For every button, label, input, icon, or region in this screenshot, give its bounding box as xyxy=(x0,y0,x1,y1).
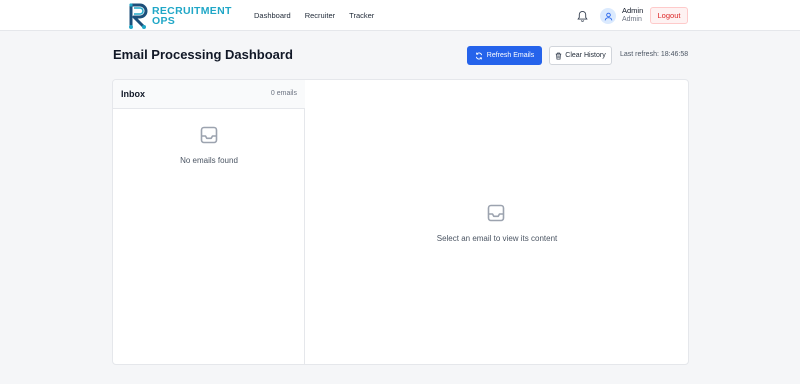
inbox-pane: Inbox 0 emails No emails found xyxy=(113,80,305,364)
inbox-title: Inbox xyxy=(121,89,145,99)
avatar[interactable] xyxy=(600,8,616,24)
inbox-count: 0 emails xyxy=(270,90,297,97)
inbox-tray-icon xyxy=(487,204,505,222)
last-refresh-timestamp: Last refresh: 18:46:58 xyxy=(620,51,689,58)
clear-history-label: Clear History xyxy=(565,52,606,59)
main-nav: Dashboard Recruiter Tracker xyxy=(254,0,374,31)
user-icon xyxy=(604,12,612,20)
brand-logo[interactable]: RECRUITMENT OPS xyxy=(127,2,232,29)
inbox-tray-icon xyxy=(200,126,218,144)
logout-button[interactable]: Logout xyxy=(650,7,688,24)
clear-history-button[interactable]: Clear History xyxy=(549,46,612,65)
user-role: Admin xyxy=(622,16,642,23)
logo-mark-icon xyxy=(129,3,148,29)
nav-tracker[interactable]: Tracker xyxy=(349,11,374,20)
top-navbar: RECRUITMENT OPS Dashboard Recruiter Trac… xyxy=(0,0,800,31)
user-info: Admin Admin xyxy=(622,6,643,24)
page-title: Email Processing Dashboard xyxy=(113,47,293,62)
inbox-header: Inbox 0 emails xyxy=(113,80,305,109)
refresh-emails-label: Refresh Emails xyxy=(486,52,535,59)
bell-icon[interactable] xyxy=(577,10,588,22)
email-viewer-placeholder: Select an email to view its content xyxy=(436,234,558,243)
nav-recruiter[interactable]: Recruiter xyxy=(305,11,335,20)
brand-line-2: OPS xyxy=(152,14,176,27)
no-emails-message: No emails found xyxy=(180,156,238,165)
trash-icon xyxy=(556,52,562,59)
nav-dashboard[interactable]: Dashboard xyxy=(254,11,291,20)
refresh-icon xyxy=(475,51,482,60)
refresh-emails-button[interactable]: Refresh Emails xyxy=(467,46,542,65)
user-name: Admin xyxy=(622,6,644,15)
email-panel: Inbox 0 emails No emails found Select an… xyxy=(112,79,689,365)
